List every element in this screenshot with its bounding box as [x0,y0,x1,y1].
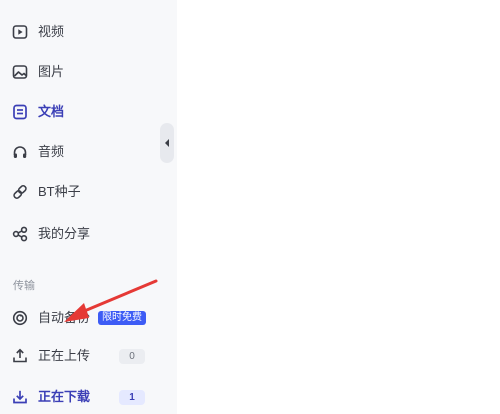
sidebar-item-label: 图片 [38,64,65,79]
sidebar-item-uploading[interactable]: 正在上传 [0,341,177,371]
section-title-transfer: 传输 [13,280,35,292]
promo-badge: 限时免费 [98,311,146,325]
download-icon [11,388,29,406]
sidebar-item-bt[interactable]: BT种子 [0,177,177,207]
sidebar-item-label: 正在下载 [38,389,91,404]
download-count-badge: 1 [119,390,145,405]
share-icon [11,225,29,243]
sidebar-item-label: BT种子 [38,184,81,199]
main-content [177,0,500,414]
link-icon [11,183,29,201]
upload-icon [11,347,29,365]
sidebar-collapse-handle[interactable] [160,123,174,163]
sidebar-item-label: 自动备份 [38,310,91,325]
sidebar-item-downloading[interactable]: 正在下载 [0,382,177,412]
sidebar-item-share[interactable]: 我的分享 [0,219,177,249]
backup-icon [11,309,29,327]
video-icon [11,23,29,41]
sidebar-item-video[interactable]: 视频 [0,17,177,47]
sidebar-item-label: 视频 [38,24,65,39]
sidebar-item-image[interactable]: 图片 [0,57,177,87]
chevron-left-icon [165,139,169,147]
upload-count-badge: 0 [119,349,145,364]
image-icon [11,63,29,81]
sidebar-item-auto-backup[interactable]: 自动备份 [0,303,177,333]
headphones-icon [11,143,29,161]
sidebar-item-label: 正在上传 [38,348,91,363]
sidebar-item-label: 文档 [38,104,65,119]
sidebar-item-document[interactable]: 文档 [0,97,177,127]
sidebar-item-label: 我的分享 [38,226,91,241]
sidebar-item-label: 音频 [38,144,65,159]
document-icon [11,103,29,121]
sidebar-item-audio[interactable]: 音频 [0,137,177,167]
sidebar: 视频 图片 文档 音频 BT种子 我的分享 传输 自动备份 限时免费 正在上传 … [0,0,177,414]
